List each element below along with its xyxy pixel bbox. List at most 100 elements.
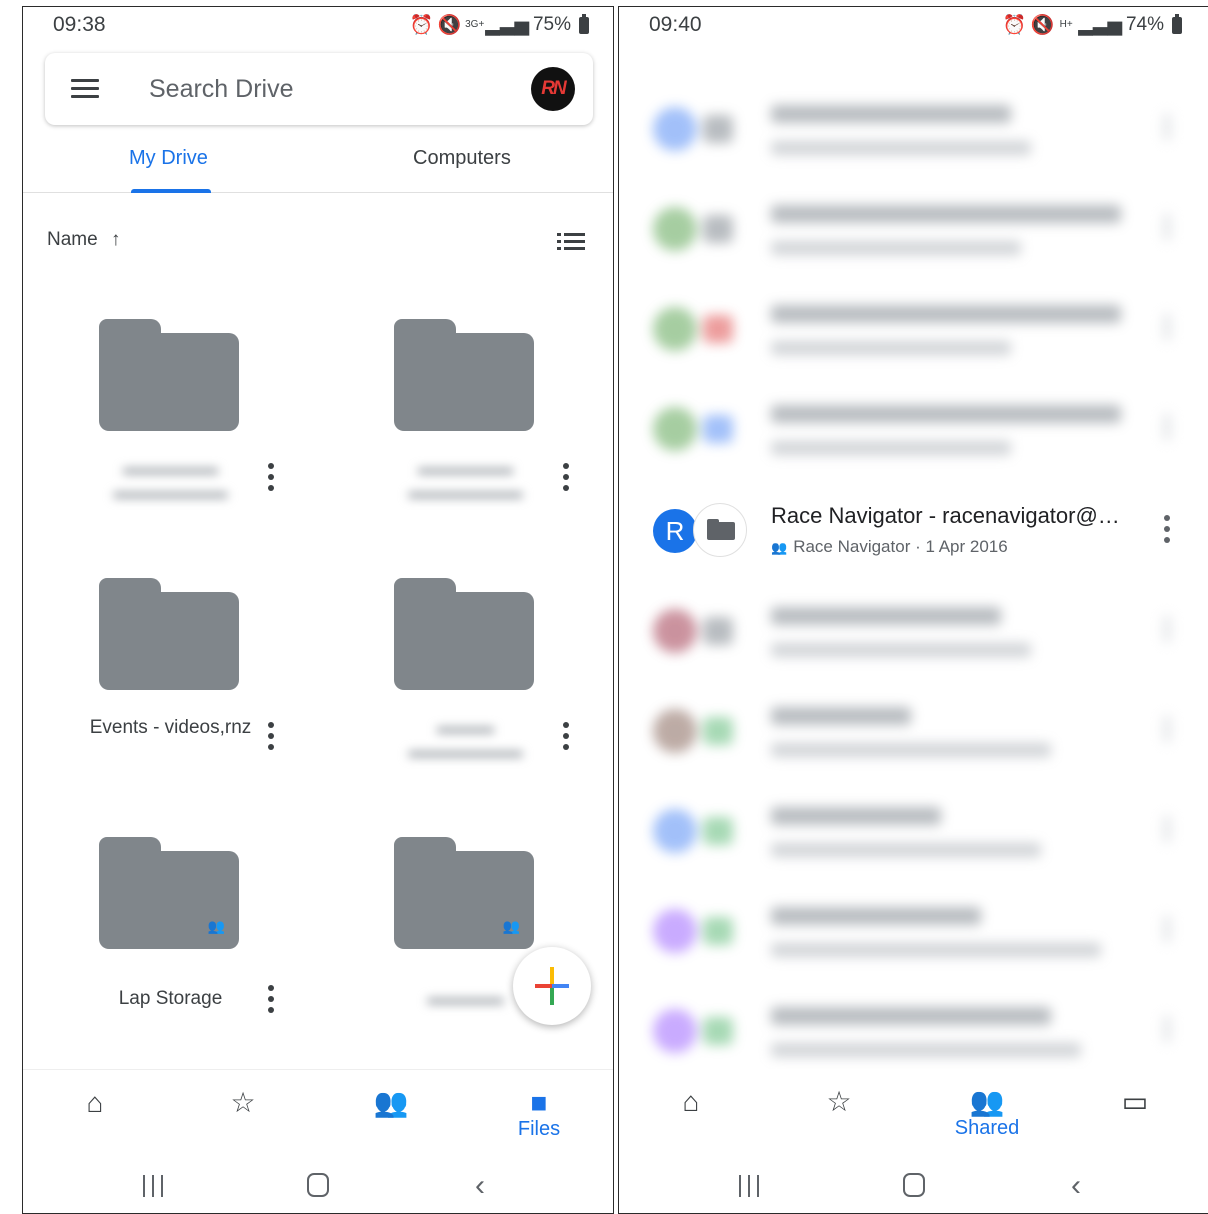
folder-tile[interactable]: ▬▬▬▬▬ ▬▬▬▬▬▬ bbox=[23, 319, 318, 577]
list-item[interactable] bbox=[619, 79, 1208, 179]
shared-people-icon: 👥 bbox=[207, 918, 225, 934]
star-icon: ☆ bbox=[826, 1086, 852, 1117]
nav-starred[interactable]: ☆ bbox=[193, 1088, 293, 1118]
nav-files[interactable]: ■ Files bbox=[489, 1088, 589, 1141]
star-icon: ☆ bbox=[230, 1087, 256, 1118]
more-options-icon[interactable] bbox=[562, 463, 570, 491]
folder-tile[interactable]: Events - videos,rnz bbox=[23, 578, 318, 836]
home-button-icon[interactable] bbox=[307, 1173, 329, 1197]
list-item[interactable] bbox=[619, 379, 1208, 479]
nav-shared[interactable]: 👥 Shared bbox=[937, 1087, 1037, 1140]
battery-icon bbox=[579, 13, 589, 34]
shared-icon: 👥 bbox=[969, 1086, 1005, 1117]
list-item[interactable] bbox=[619, 981, 1208, 1081]
network-type-label: H+ bbox=[1059, 19, 1073, 30]
mute-icon: 🔇 bbox=[1030, 15, 1055, 36]
alarm-icon: ⏰ bbox=[409, 15, 434, 36]
status-icons: ⏰ 🔇 3G+ ▂▃▅ 75% bbox=[410, 13, 589, 37]
folder-icon bbox=[394, 319, 534, 431]
nav-shared[interactable]: 👥 bbox=[341, 1088, 441, 1118]
folder-tile[interactable]: ▬▬▬▬▬ ▬▬▬▬▬▬ bbox=[318, 319, 613, 577]
battery-percent: 74% bbox=[1125, 14, 1164, 35]
list-item[interactable] bbox=[619, 179, 1208, 279]
search-bar[interactable]: Search Drive RN bbox=[45, 53, 593, 125]
folder-icon bbox=[394, 578, 534, 690]
shared-file-row[interactable]: R Race Navigator - racenavigator@… 👥 Race… bbox=[619, 481, 1208, 581]
nav-home[interactable]: ⌂ bbox=[45, 1088, 145, 1118]
folder-icon: ■ bbox=[530, 1087, 548, 1118]
sort-label: Name bbox=[47, 229, 98, 250]
list-item[interactable] bbox=[619, 681, 1208, 781]
shared-people-icon: 👥 bbox=[502, 918, 520, 934]
hamburger-menu-icon[interactable] bbox=[71, 79, 99, 99]
folder-name: ▬▬▬▬▬ ▬▬▬▬▬▬ bbox=[113, 458, 228, 503]
nav-shared-label: Shared bbox=[954, 1117, 1020, 1139]
signal-icon: ▂▃▅ bbox=[1078, 14, 1122, 36]
home-icon: ⌂ bbox=[682, 1086, 700, 1117]
list-item[interactable] bbox=[619, 581, 1208, 681]
nav-starred[interactable]: ☆ bbox=[789, 1087, 889, 1117]
folder-name: ▬▬▬ ▬▬▬▬▬▬ bbox=[408, 717, 523, 762]
folder-type-badge bbox=[693, 503, 747, 557]
folder-tile[interactable]: ▬▬▬ ▬▬▬▬▬▬ bbox=[318, 578, 613, 836]
folder-name: ▬▬▬▬▬ ▬▬▬▬▬▬ bbox=[408, 458, 523, 503]
list-item[interactable] bbox=[619, 881, 1208, 981]
status-time: 09:40 bbox=[649, 13, 702, 36]
list-item[interactable] bbox=[619, 279, 1208, 379]
bottom-navigation: ⌂ ☆ 👥 ■ Files bbox=[23, 1069, 613, 1153]
status-icons: ⏰ 🔇 H+ ▂▃▅ 74% bbox=[1003, 13, 1182, 37]
account-avatar[interactable]: RN bbox=[531, 67, 575, 111]
tab-my-drive[interactable]: My Drive bbox=[129, 147, 208, 170]
nav-home[interactable]: ⌂ bbox=[641, 1087, 741, 1117]
mute-icon: 🔇 bbox=[437, 15, 462, 36]
status-time: 09:38 bbox=[53, 13, 106, 36]
owner-avatar: R bbox=[653, 509, 697, 553]
signal-icon: ▂▃▅ bbox=[485, 14, 529, 36]
folder-icon bbox=[707, 519, 735, 540]
alarm-icon: ⏰ bbox=[1002, 15, 1027, 36]
more-options-icon[interactable] bbox=[267, 463, 275, 491]
back-icon[interactable]: ‹ bbox=[475, 1169, 485, 1203]
battery-icon bbox=[1172, 13, 1182, 34]
folder-name: Lap Storage bbox=[118, 988, 223, 1009]
more-options-icon[interactable] bbox=[267, 985, 275, 1013]
sort-arrow-icon: ↑ bbox=[110, 229, 121, 250]
active-tab-indicator bbox=[131, 189, 211, 193]
system-navigation: ‹ bbox=[619, 1163, 1208, 1213]
folder-icon: 👥 bbox=[99, 837, 239, 949]
status-bar: 09:40 ⏰ 🔇 H+ ▂▃▅ 74% bbox=[619, 7, 1208, 47]
drive-tabs: My Drive Computers bbox=[23, 133, 613, 193]
bottom-navigation: ⌂ ☆ 👥 Shared ▭ bbox=[619, 1069, 1208, 1153]
folder-icon: ▭ bbox=[1121, 1086, 1149, 1117]
more-options-icon[interactable] bbox=[267, 722, 275, 750]
shared-file-owner: Race Navigator bbox=[793, 537, 911, 556]
system-navigation: ‹ bbox=[23, 1163, 613, 1213]
shared-screen: 09:40 ⏰ 🔇 H+ ▂▃▅ 74% R Race Navigator - … bbox=[618, 6, 1208, 1214]
list-view-icon[interactable] bbox=[557, 233, 585, 251]
folder-tile[interactable]: 👥 Lap Storage bbox=[23, 837, 318, 1095]
folder-icon bbox=[99, 319, 239, 431]
shared-file-title: Race Navigator - racenavigator@… bbox=[771, 503, 1120, 528]
folder-icon: 👥 bbox=[394, 837, 534, 949]
nav-files-label: Files bbox=[517, 1118, 561, 1140]
shared-icon: 👥 bbox=[373, 1087, 409, 1118]
battery-percent: 75% bbox=[532, 14, 571, 35]
status-bar: 09:38 ⏰ 🔇 3G+ ▂▃▅ 75% bbox=[23, 7, 613, 47]
shared-people-icon: 👥 bbox=[771, 540, 788, 555]
recent-apps-icon[interactable] bbox=[141, 1175, 165, 1197]
search-input[interactable]: Search Drive bbox=[149, 75, 294, 104]
home-button-icon[interactable] bbox=[903, 1173, 925, 1197]
sort-control[interactable]: Name ↑ bbox=[47, 229, 120, 251]
back-icon[interactable]: ‹ bbox=[1071, 1169, 1081, 1203]
network-type-label: 3G+ bbox=[465, 19, 485, 30]
more-options-icon[interactable] bbox=[562, 722, 570, 750]
recent-apps-icon[interactable] bbox=[737, 1175, 761, 1197]
home-icon: ⌂ bbox=[86, 1087, 104, 1118]
shared-file-date: 1 Apr 2016 bbox=[925, 537, 1008, 556]
tab-computers[interactable]: Computers bbox=[413, 147, 511, 170]
more-options-icon[interactable] bbox=[1163, 515, 1171, 543]
nav-files[interactable]: ▭ bbox=[1085, 1087, 1185, 1117]
list-item[interactable] bbox=[619, 781, 1208, 881]
new-item-fab[interactable] bbox=[513, 947, 591, 1025]
shared-file-meta: 👥 Race Navigator · 1 Apr 2016 bbox=[771, 537, 1008, 556]
